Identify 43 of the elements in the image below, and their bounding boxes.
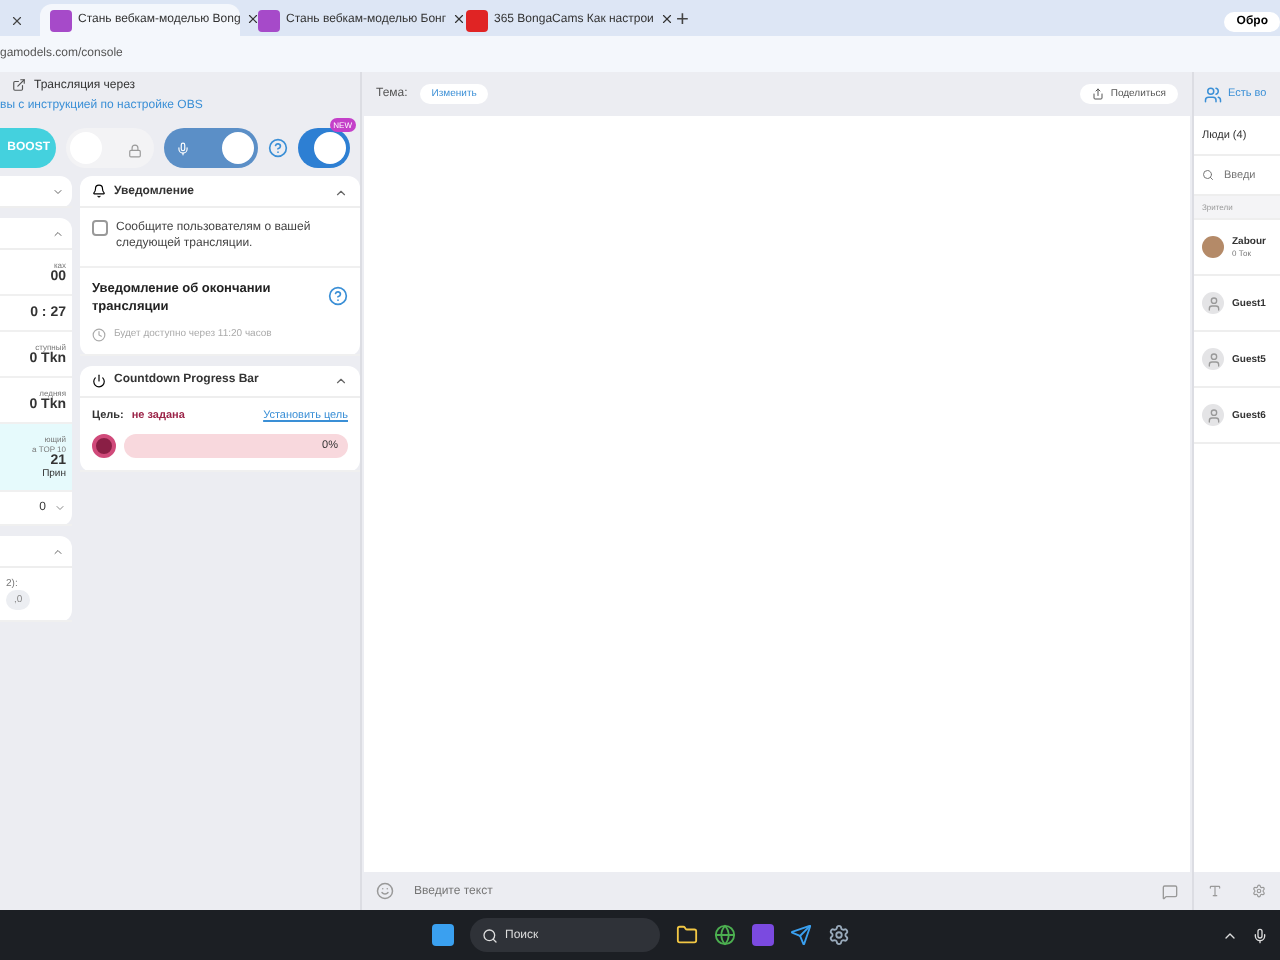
toggle-switch[interactable]	[66, 128, 154, 168]
search-icon	[481, 927, 497, 943]
close-icon	[452, 11, 467, 25]
site-icon	[50, 9, 72, 31]
chevron-icon	[52, 185, 64, 197]
microphone-icon	[176, 141, 190, 155]
search-icon	[1202, 168, 1214, 182]
close-icon	[659, 11, 674, 25]
app-icon[interactable]	[751, 924, 773, 946]
settings-icon	[1251, 884, 1266, 898]
video-icon	[466, 9, 488, 31]
collapse-icon	[334, 374, 348, 389]
help-icon[interactable]	[268, 138, 288, 158]
avatar-icon	[1202, 404, 1224, 426]
power-icon	[92, 373, 106, 388]
clock-icon	[92, 327, 106, 342]
notify-checkbox[interactable]	[92, 220, 108, 236]
chevron-icon	[52, 545, 64, 557]
send-icon	[789, 924, 811, 946]
avatar-icon	[1202, 348, 1224, 370]
chevron-icon	[52, 227, 64, 239]
windows-icon[interactable]	[431, 924, 453, 946]
bell-icon	[92, 184, 106, 198]
new-tab-button[interactable]: +	[664, 8, 701, 36]
folder-icon	[675, 924, 697, 946]
font-icon	[1208, 884, 1223, 898]
target-icon	[92, 433, 116, 458]
help-icon	[328, 285, 348, 306]
browser-icon	[713, 924, 735, 946]
close-icon	[246, 11, 261, 25]
lock-icon	[128, 143, 142, 157]
close-icon	[9, 13, 23, 27]
toggle-switch[interactable]	[298, 128, 350, 168]
collapse-icon	[334, 185, 348, 199]
microphone-toggle[interactable]	[164, 128, 258, 168]
avatar-icon	[1202, 292, 1224, 314]
emoji-icon	[376, 882, 394, 900]
share-icon	[1092, 88, 1105, 100]
external-link-icon	[12, 78, 26, 92]
settings-icon	[827, 924, 849, 946]
site-icon	[258, 9, 280, 31]
avatar-photo	[1202, 236, 1224, 258]
microphone-icon	[1252, 927, 1268, 943]
